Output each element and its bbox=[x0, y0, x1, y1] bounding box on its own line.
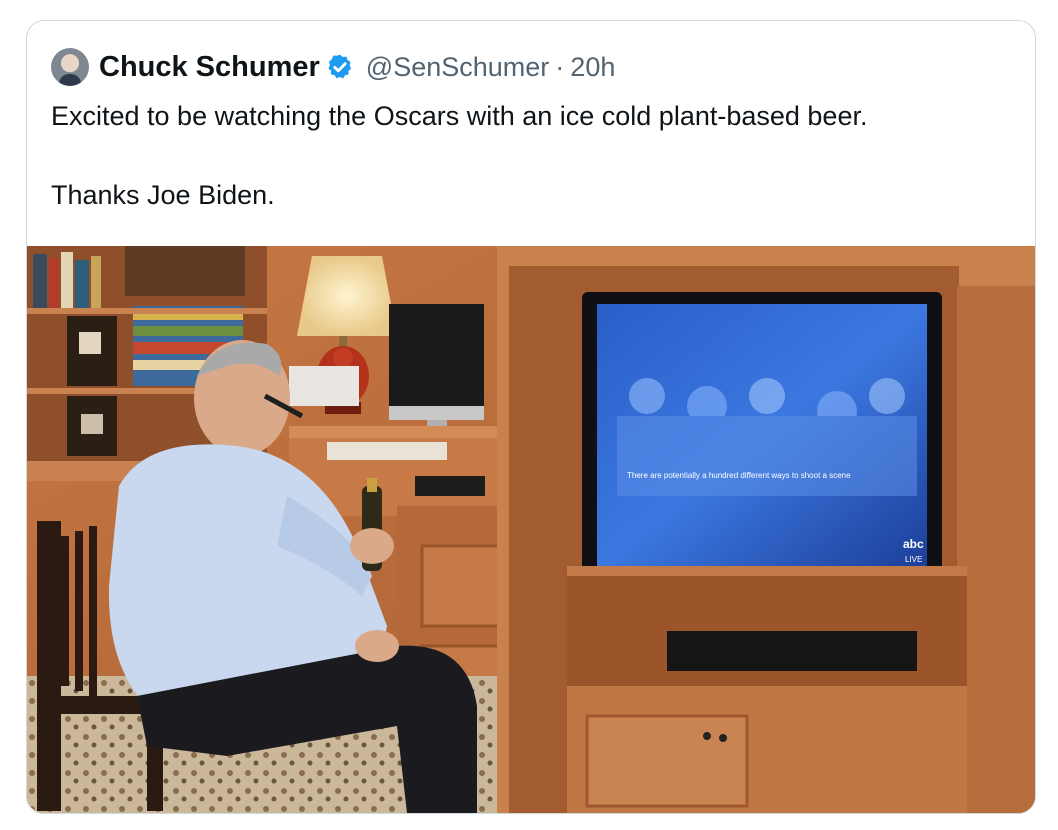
tweet-photo[interactable]: There are potentially a hundred differen… bbox=[27, 246, 1035, 813]
author-avatar[interactable] bbox=[51, 48, 89, 86]
author-handle[interactable]: @SenSchumer bbox=[366, 52, 550, 83]
computer-monitor bbox=[389, 304, 484, 434]
tv-caption: There are potentially a hundred differen… bbox=[627, 471, 851, 480]
tweet-text-line: Thanks Joe Biden. bbox=[51, 180, 275, 210]
cable-box bbox=[667, 631, 917, 671]
tv-live-label: LIVE bbox=[905, 555, 922, 564]
separator-dot: · bbox=[555, 51, 565, 82]
tweet-text: Excited to be watching the Oscars with a… bbox=[51, 99, 1011, 212]
tweet-header: Chuck Schumer @SenSchumer · 20h bbox=[51, 47, 615, 87]
printer bbox=[289, 366, 359, 406]
tweet-text-line: Excited to be watching the Oscars with a… bbox=[51, 101, 868, 131]
tweet-card[interactable]: Chuck Schumer @SenSchumer · 20h Excited … bbox=[26, 20, 1036, 814]
author-name[interactable]: Chuck Schumer bbox=[99, 51, 320, 84]
verified-badge-icon bbox=[328, 54, 351, 79]
tv-network-logo: abc bbox=[903, 537, 924, 551]
tweet-timestamp[interactable]: 20h bbox=[570, 52, 615, 83]
